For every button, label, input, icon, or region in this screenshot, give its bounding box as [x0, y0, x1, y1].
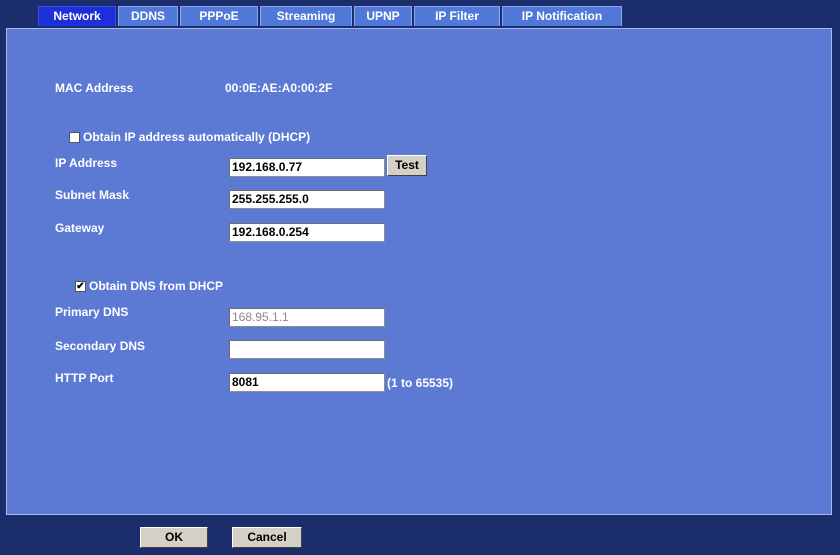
mac-address-value: 00:0E:AE:A0:00:2F	[225, 81, 333, 95]
tab-pppoe[interactable]: PPPoE	[180, 6, 258, 26]
http-port-range-hint: (1 to 65535)	[387, 376, 454, 390]
test-button[interactable]: Test	[387, 155, 427, 176]
primary-dns-label: Primary DNS	[55, 305, 129, 319]
ip-address-field[interactable]: 192.168.0.77	[229, 158, 385, 177]
tab-ip-filter[interactable]: IP Filter	[414, 6, 500, 26]
ok-button[interactable]: OK	[140, 527, 208, 548]
secondary-dns-label: Secondary DNS	[55, 339, 146, 353]
dns-dhcp-label: Obtain DNS from DHCP	[89, 279, 224, 293]
ip-address-label: IP Address	[55, 156, 118, 170]
dhcp-label: Obtain IP address automatically (DHCP)	[83, 130, 311, 144]
http-port-label: HTTP Port	[55, 371, 114, 385]
tab-streaming[interactable]: Streaming	[260, 6, 352, 26]
tab-ddns[interactable]: DDNS	[118, 6, 178, 26]
network-settings-panel: MAC Address 00:0E:AE:A0:00:2F Obtain IP …	[6, 28, 832, 515]
gateway-field[interactable]: 192.168.0.254	[229, 223, 385, 242]
cancel-button[interactable]: Cancel	[232, 527, 302, 548]
tab-network[interactable]: Network	[38, 6, 116, 26]
primary-dns-field[interactable]: 168.95.1.1	[229, 308, 385, 327]
secondary-dns-field[interactable]	[229, 340, 385, 359]
dns-dhcp-checkbox[interactable]: ✔	[75, 281, 86, 292]
mac-address-label: MAC Address	[55, 81, 134, 95]
subnet-mask-label: Subnet Mask	[55, 188, 130, 202]
tab-upnp[interactable]: UPNP	[354, 6, 412, 26]
gateway-label: Gateway	[55, 221, 105, 235]
subnet-mask-field[interactable]: 255.255.255.0	[229, 190, 385, 209]
tab-ip-notification[interactable]: IP Notification	[502, 6, 622, 26]
tab-bar: Network DDNS PPPoE Streaming UPNP IP Fil…	[0, 0, 840, 28]
http-port-field[interactable]: 8081	[229, 373, 385, 392]
dhcp-checkbox[interactable]	[69, 132, 80, 143]
